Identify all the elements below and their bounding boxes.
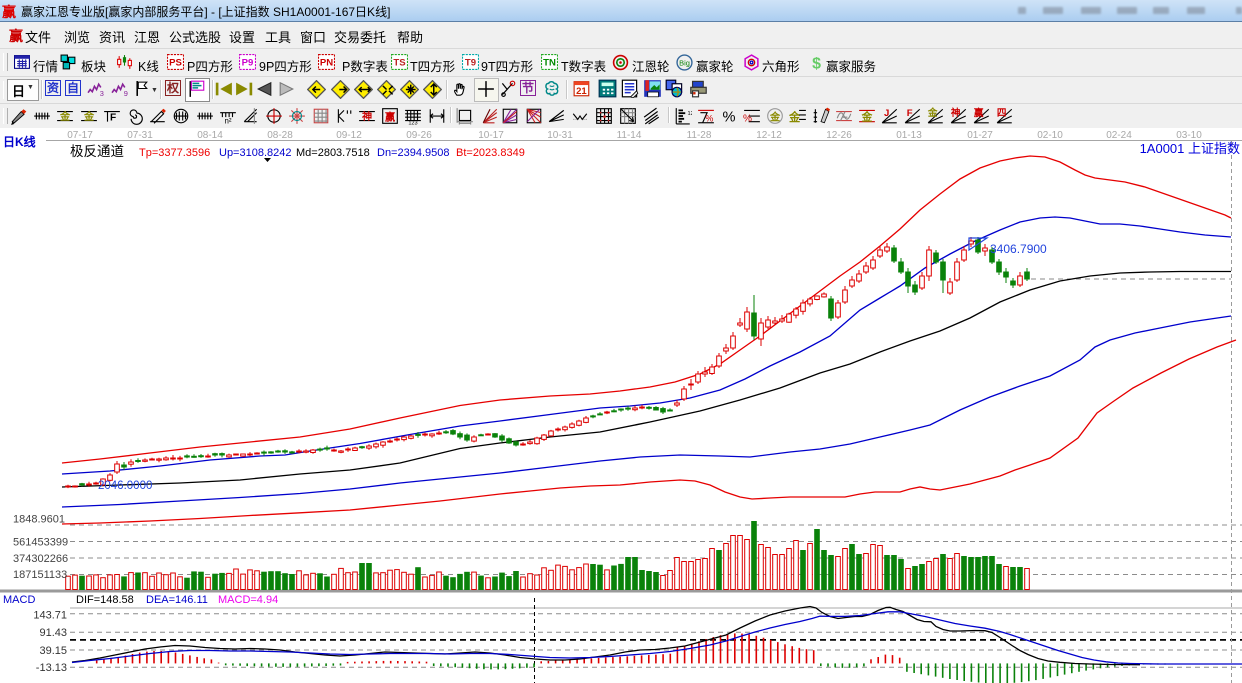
svg-text:11-14: 11-14: [617, 130, 642, 141]
svg-text:Md=2803.7518: Md=2803.7518: [296, 147, 370, 159]
svg-text:DIF=148.58: DIF=148.58: [76, 594, 134, 606]
svg-text:08-28: 08-28: [267, 130, 293, 141]
svg-text:Up=3108.8242: Up=3108.8242: [219, 147, 291, 159]
svg-text:03-10: 03-10: [1176, 130, 1202, 141]
svg-text:09-12: 09-12: [336, 130, 362, 141]
svg-text:日K线: 日K线: [3, 134, 36, 149]
svg-text:Bt=2023.8349: Bt=2023.8349: [456, 147, 525, 159]
svg-text:02-10: 02-10: [1037, 130, 1063, 141]
svg-text:MACD=4.94: MACD=4.94: [218, 594, 278, 606]
svg-text:3406.7900: 3406.7900: [990, 242, 1047, 256]
svg-text:187151133: 187151133: [13, 569, 67, 581]
svg-text:12-26: 12-26: [826, 130, 852, 141]
svg-text:91.43: 91.43: [39, 627, 67, 639]
svg-text:09-26: 09-26: [406, 130, 432, 141]
svg-text:极反通道: 极反通道: [70, 144, 124, 159]
svg-text:02-24: 02-24: [1106, 130, 1132, 141]
svg-text:10-17: 10-17: [478, 130, 504, 141]
svg-text:2046.0000: 2046.0000: [98, 480, 152, 492]
svg-text:DEA=146.11: DEA=146.11: [146, 594, 208, 606]
svg-text:1A0001 上证指数: 1A0001 上证指数: [1140, 141, 1240, 156]
svg-text:07-17: 07-17: [67, 130, 93, 141]
svg-text:07-31: 07-31: [127, 130, 153, 141]
svg-text:08-14: 08-14: [197, 130, 223, 141]
svg-text:Dn=2394.9508: Dn=2394.9508: [377, 147, 449, 159]
svg-text:374302266: 374302266: [13, 553, 68, 565]
svg-text:12-12: 12-12: [756, 130, 782, 141]
svg-text:11-28: 11-28: [687, 130, 712, 141]
svg-text:-13.13: -13.13: [36, 662, 67, 674]
svg-text:143.71: 143.71: [33, 609, 67, 621]
svg-text:01-13: 01-13: [896, 130, 922, 141]
svg-text:561453399: 561453399: [13, 537, 68, 549]
svg-text:Tp=3377.3596: Tp=3377.3596: [139, 147, 210, 159]
svg-text:MACD: MACD: [3, 594, 35, 606]
svg-text:1848.9601: 1848.9601: [13, 514, 65, 526]
svg-text:01-27: 01-27: [967, 130, 993, 141]
svg-text:10-31: 10-31: [547, 130, 573, 141]
svg-text:39.15: 39.15: [39, 645, 67, 657]
